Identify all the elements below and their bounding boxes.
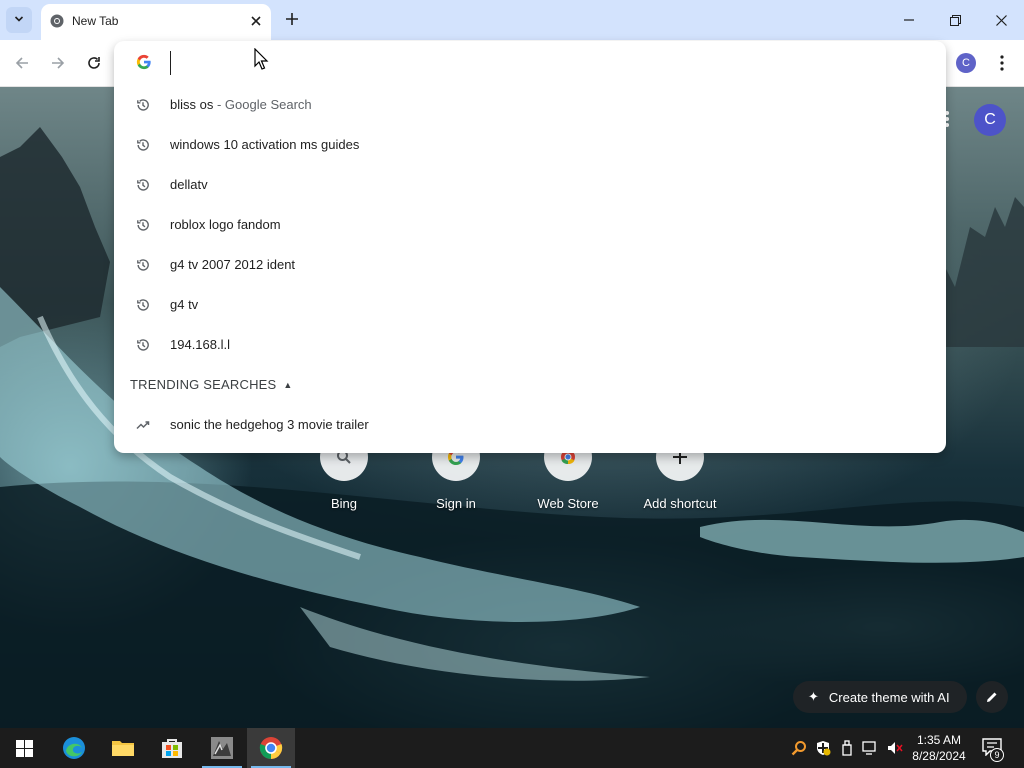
tab-close-button[interactable]: [246, 11, 266, 31]
suggestion-item[interactable]: windows 10 activation ms guides: [114, 125, 946, 165]
omnibox-row: [114, 41, 946, 85]
ntp-avatar[interactable]: C: [974, 104, 1006, 136]
taskbar-edge[interactable]: [50, 728, 98, 768]
shortcut-label: Web Store: [537, 496, 599, 511]
trending-header[interactable]: TRENDING SEARCHES ▲: [130, 377, 293, 392]
tab-title: New Tab: [72, 14, 119, 28]
mouse-cursor-icon: [254, 47, 270, 72]
customize-chrome-button[interactable]: [976, 681, 1008, 713]
taskbar: 1:35 AM 8/28/2024 9: [0, 728, 1024, 768]
minimize-icon: [904, 19, 914, 21]
trending-item[interactable]: sonic the hedgehog 3 movie trailer: [114, 405, 946, 445]
shortcut-label: Sign in: [436, 496, 476, 511]
new-tab-button[interactable]: [281, 8, 303, 30]
history-icon: [136, 98, 150, 112]
suggestion-item[interactable]: g4 tv 2007 2012 ident: [114, 245, 946, 285]
sparkle-icon: ✦: [808, 689, 819, 704]
create-theme-label: Create theme with AI: [828, 689, 950, 705]
suggestion-item[interactable]: bliss os - Google Search: [114, 85, 946, 125]
forward-button[interactable]: [45, 50, 71, 76]
suggestion-text: bliss os: [170, 97, 214, 112]
edge-icon: [63, 737, 85, 759]
security-tray-icon[interactable]: [814, 739, 832, 757]
minimize-button[interactable]: [894, 6, 924, 34]
trending-header-label: TRENDING SEARCHES: [130, 377, 277, 392]
usb-tray-icon[interactable]: [838, 739, 856, 757]
taskbar-store[interactable]: [148, 728, 196, 768]
chrome-menu-button[interactable]: [994, 51, 1010, 75]
clock-time: 1:35 AM: [916, 733, 962, 747]
volume-muted-icon[interactable]: [886, 739, 904, 757]
pencil-icon: [987, 692, 997, 702]
restore-button[interactable]: [940, 6, 970, 34]
history-icon: [136, 178, 150, 192]
history-icon: [136, 298, 150, 312]
shortcut-label: Bing: [330, 496, 358, 511]
app-icon: [211, 737, 233, 759]
google-icon: [136, 54, 152, 70]
trending-text: sonic the hedgehog 3 movie trailer: [170, 417, 369, 432]
taskbar-chrome[interactable]: [247, 728, 295, 768]
suggestion-text: 194.168.l.l: [170, 337, 230, 352]
profile-button[interactable]: C: [956, 53, 976, 73]
suggestion-item[interactable]: roblox logo fandom: [114, 205, 946, 245]
history-icon: [136, 258, 150, 272]
history-icon: [136, 218, 150, 232]
suggestion-text: g4 tv: [170, 297, 199, 312]
more-vert-icon: [1000, 55, 1004, 71]
create-theme-ai-button[interactable]: ✦ Create theme with AI: [793, 681, 967, 713]
chrome-icon: [259, 737, 283, 759]
omnibox-input[interactable]: [170, 51, 910, 75]
tab-search-button[interactable]: [6, 7, 32, 33]
suggestion-item[interactable]: 194.168.l.l: [114, 325, 946, 365]
chrome-icon: [50, 14, 64, 28]
windows-icon: [15, 739, 33, 757]
chevron-down-icon: [14, 14, 24, 27]
shortcut-bing[interactable]: Bing: [294, 433, 394, 523]
history-icon: [136, 338, 150, 352]
tab-new-tab[interactable]: New Tab: [41, 4, 271, 40]
shortcut-sign-in[interactable]: Sign in: [406, 433, 506, 523]
arrow-right-icon: [52, 57, 65, 69]
clock-date: 8/28/2024: [912, 749, 966, 763]
arrow-left-icon: [15, 57, 28, 69]
suggestion-item[interactable]: g4 tv: [114, 285, 946, 325]
omnibox-dropdown: bliss os - Google Search windows 10 acti…: [114, 41, 946, 453]
history-icon: [136, 138, 150, 152]
plus-icon: [286, 13, 298, 25]
notification-count-badge: 9: [990, 748, 1004, 762]
trending-icon: [136, 418, 150, 432]
close-icon: [251, 16, 261, 26]
close-window-button[interactable]: [986, 6, 1016, 34]
caret-up-icon: ▲: [283, 379, 293, 390]
suggestion-text: windows 10 activation ms guides: [170, 137, 360, 152]
folder-icon: [112, 741, 134, 756]
store-icon: [162, 739, 182, 758]
suggestion-text: roblox logo fandom: [170, 217, 281, 232]
suggestion-text: dellatv: [170, 177, 208, 192]
close-icon: [995, 14, 1007, 26]
search-tray-icon[interactable]: [790, 739, 808, 757]
reload-icon: [88, 57, 100, 69]
shortcut-web-store[interactable]: Web Store: [518, 433, 618, 523]
taskbar-file-explorer[interactable]: [99, 728, 147, 768]
network-tray-icon[interactable]: [861, 739, 879, 757]
restore-icon: [949, 14, 961, 26]
tab-strip: New Tab: [0, 0, 1024, 40]
suggestion-item[interactable]: dellatv: [114, 165, 946, 205]
start-button[interactable]: [0, 728, 48, 768]
shortcut-add[interactable]: Add shortcut: [630, 433, 730, 523]
taskbar-app-thumbnail[interactable]: [198, 728, 246, 768]
suggestion-text: g4 tv 2007 2012 ident: [170, 257, 296, 272]
shortcut-label: Add shortcut: [643, 496, 717, 511]
suggestion-suffix: - Google Search: [213, 97, 312, 112]
reload-button[interactable]: [81, 50, 107, 76]
system-clock[interactable]: 1:35 AM 8/28/2024: [908, 732, 970, 764]
back-button[interactable]: [9, 50, 35, 76]
